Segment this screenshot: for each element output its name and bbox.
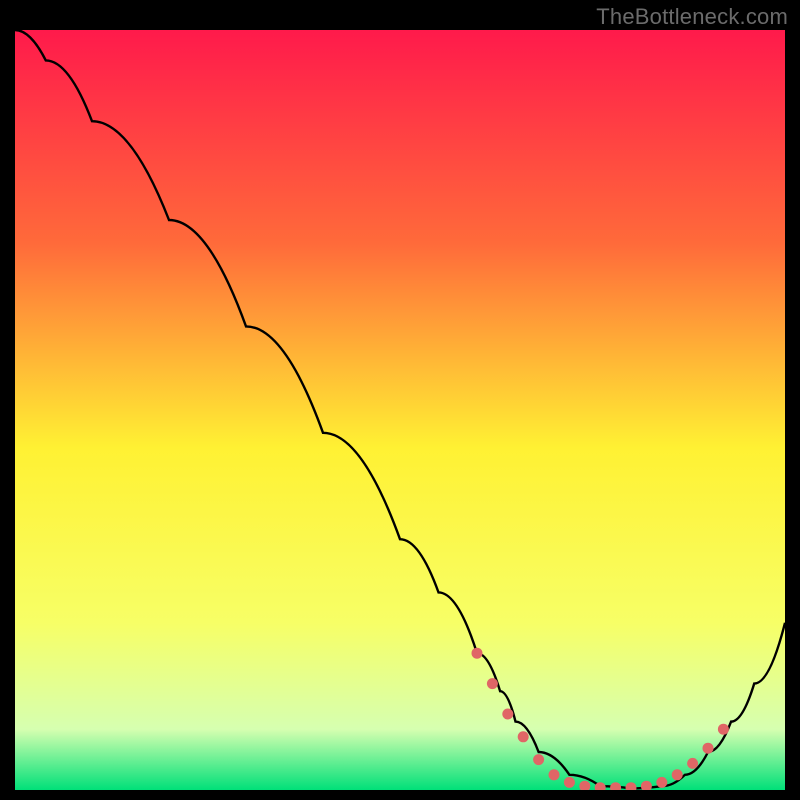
chart-marker-dot [672,769,683,780]
chart-marker-dot [687,758,698,769]
chart-marker-dot [703,743,714,754]
chart-marker-dot [564,777,575,788]
chart-marker-dot [472,648,483,659]
chart-stage: TheBottleneck.com [0,0,800,800]
chart-marker-dot [549,769,560,780]
watermark-label: TheBottleneck.com [596,4,788,30]
chart-marker-dot [533,754,544,765]
chart-marker-dot [518,731,529,742]
chart-marker-dot [718,724,729,735]
bottleneck-chart [15,30,785,790]
chart-background [15,30,785,790]
chart-marker-dot [656,777,667,788]
chart-marker-dot [502,709,513,720]
chart-marker-dot [487,678,498,689]
